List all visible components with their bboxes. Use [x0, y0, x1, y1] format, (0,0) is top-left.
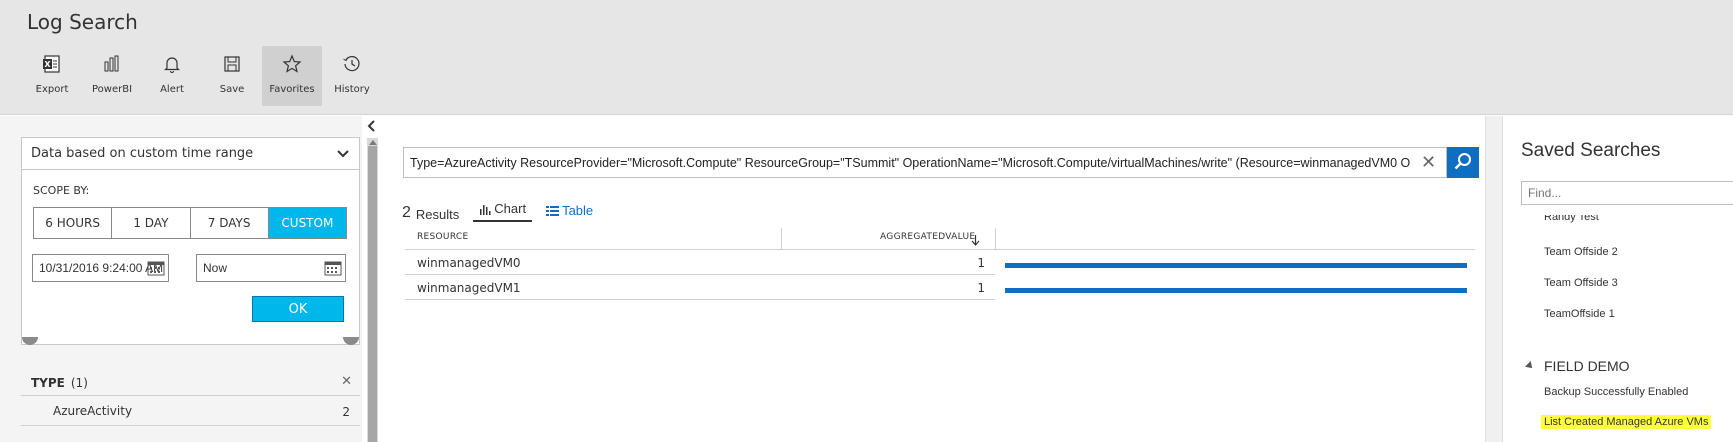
excel-icon: X	[42, 54, 62, 78]
calendar-icon[interactable]	[147, 260, 165, 279]
history-button[interactable]: History	[322, 46, 382, 106]
column-divider	[995, 228, 996, 250]
saved-search-item[interactable]: TeamOffside 1	[1544, 308, 1615, 320]
tab-table[interactable]: Table	[540, 203, 599, 222]
calendar-icon[interactable]	[324, 260, 342, 279]
row-resource: winmanagedVM0	[417, 256, 521, 270]
scope-label: SCOPE BY:	[33, 184, 90, 197]
facet-item-label: AzureActivity	[53, 404, 133, 418]
results-label: Results	[415, 207, 460, 222]
alert-label: Alert	[160, 84, 184, 95]
saved-search-group[interactable]: FIELD DEMO	[1525, 358, 1630, 374]
search-button[interactable]	[1447, 147, 1479, 178]
collapse-panel-button[interactable]	[363, 116, 381, 136]
svg-text:X: X	[44, 60, 51, 69]
tab-chart[interactable]: Chart	[473, 201, 533, 222]
chevron-down-icon	[337, 148, 349, 163]
column-header-resource[interactable]: RESOURCE	[417, 232, 469, 242]
saved-search-item[interactable]: Team Offside 2	[1544, 246, 1618, 258]
chart-icon	[480, 204, 491, 215]
facet-type-count: (1)	[70, 375, 88, 390]
scrollbar-thumb[interactable]	[368, 146, 377, 442]
saved-search-item[interactable]: Backup Successfully Enabled	[1544, 386, 1688, 398]
facet-type-title: TYPE	[31, 375, 65, 390]
saved-search-item-label: Randy Test	[1544, 215, 1599, 223]
saved-search-item[interactable]: Team Offside 3	[1544, 277, 1618, 289]
header-bar: Log Search X Export PowerBI Alert Save F…	[0, 0, 1733, 115]
save-button[interactable]: Save	[202, 46, 262, 106]
expand-triangle-icon	[1525, 361, 1535, 371]
page-title: Log Search	[27, 10, 138, 34]
powerbi-icon	[102, 54, 122, 78]
powerbi-button[interactable]: PowerBI	[82, 46, 142, 106]
table-header: RESOURCE AGGREGATEDVALUE	[405, 226, 1475, 250]
scope-tabs: 6 HOURS 1 DAY 7 DAYS CUSTOM	[33, 207, 347, 239]
results-scrollbar[interactable]	[1485, 116, 1502, 442]
scope-tab-6-hours[interactable]: 6 HOURS	[34, 208, 113, 238]
search-icon	[1453, 151, 1473, 175]
results-count: 2	[402, 204, 411, 221]
from-date-value: 10/31/2016 9:24:00 AM	[39, 261, 164, 275]
sort-arrow-down-icon[interactable]	[971, 231, 980, 250]
ok-button[interactable]: OK	[252, 296, 344, 322]
chevron-left-icon	[367, 117, 377, 136]
bell-icon	[162, 54, 182, 78]
saved-searches-find-input[interactable]	[1521, 181, 1733, 205]
favorites-button[interactable]: Favorites	[262, 46, 322, 106]
saved-searches-title: Saved Searches	[1521, 140, 1661, 161]
time-range-picker: Data based on custom time range SCOPE BY…	[21, 137, 360, 345]
scroll-up-arrow-icon[interactable]	[369, 140, 377, 145]
value-bar	[1005, 263, 1467, 268]
saved-search-item-label: List Created Managed Azure VMs	[1541, 415, 1712, 429]
scope-tab-1-day[interactable]: 1 DAY	[112, 208, 191, 238]
favorites-label: Favorites	[269, 84, 315, 95]
table-row[interactable]: winmanagedVM1 1	[405, 276, 995, 300]
filter-panel-scrollbar[interactable]	[367, 138, 378, 442]
table-row[interactable]: winmanagedVM0 1	[405, 251, 995, 275]
from-date-field[interactable]: 10/31/2016 9:24:00 AM	[32, 254, 169, 282]
time-range-dropdown[interactable]: Data based on custom time range	[22, 138, 359, 170]
column-divider	[781, 228, 782, 250]
scope-tab-custom[interactable]: CUSTOM	[268, 208, 346, 238]
table-icon	[546, 205, 560, 216]
row-value: 1	[977, 281, 985, 295]
star-icon	[282, 54, 302, 78]
to-date-value: Now	[203, 261, 228, 275]
close-icon[interactable]: ✕	[341, 374, 352, 389]
facet-type-header: TYPE (1) ✕	[21, 370, 360, 396]
export-label: Export	[35, 84, 69, 95]
toolbar: X Export PowerBI Alert Save Favorites Hi…	[22, 46, 382, 106]
to-date-field[interactable]: Now	[196, 254, 346, 282]
history-label: History	[334, 84, 370, 95]
saved-search-group-title: FIELD DEMO	[1544, 358, 1630, 374]
export-button[interactable]: X Export	[22, 46, 82, 106]
clear-icon[interactable]: ✕	[1421, 152, 1436, 173]
tab-table-label: Table	[562, 203, 594, 218]
search-query-input[interactable]: Type=AzureActivity ResourceProvider="Mic…	[403, 147, 1447, 178]
scope-tab-7-days[interactable]: 7 DAYS	[190, 208, 269, 238]
search-query-text: Type=AzureActivity ResourceProvider="Mic…	[410, 155, 1410, 170]
time-range-selected: Data based on custom time range	[31, 146, 254, 161]
facet-item-count: 2	[342, 405, 350, 419]
alert-button[interactable]: Alert	[142, 46, 202, 106]
column-header-aggregated-value[interactable]: AGGREGATEDVALUE	[880, 232, 975, 242]
history-icon	[342, 54, 362, 78]
row-value: 1	[977, 256, 985, 270]
results-bar: 2 Results Chart Table	[402, 196, 607, 222]
facet-item[interactable]: AzureActivity 2	[21, 397, 360, 426]
value-bar	[1005, 288, 1467, 293]
saved-search-item-highlighted[interactable]: List Created Managed Azure VMs	[1541, 415, 1712, 429]
powerbi-label: PowerBI	[91, 84, 133, 95]
save-label: Save	[219, 84, 245, 95]
tab-chart-label: Chart	[494, 201, 527, 216]
saved-search-item[interactable]: Randy Test	[1544, 215, 1599, 224]
save-icon	[222, 54, 242, 78]
row-resource: winmanagedVM1	[417, 281, 521, 295]
